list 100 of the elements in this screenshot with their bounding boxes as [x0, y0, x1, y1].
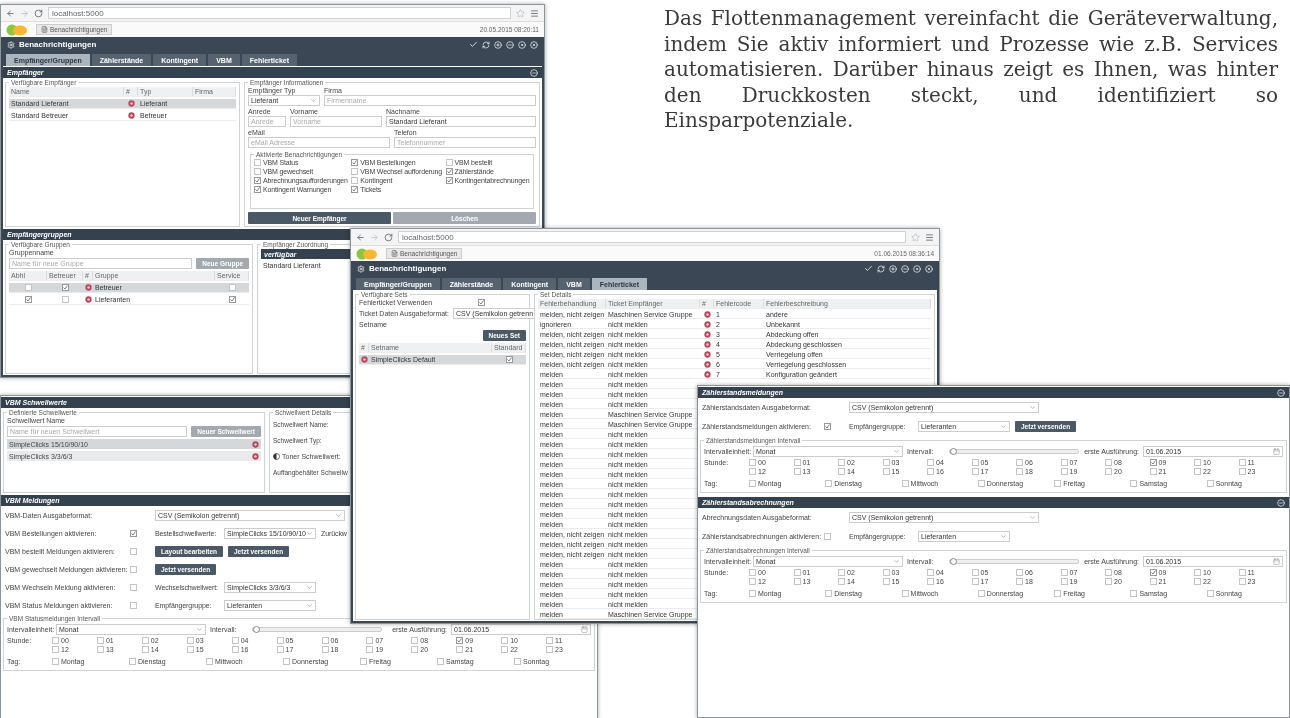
checkbox[interactable]: [1238, 578, 1246, 585]
checkbox[interactable]: [231, 646, 239, 653]
checkbox[interactable]: [971, 459, 979, 466]
checkbox[interactable]: [228, 284, 236, 291]
checkbox[interactable]: [838, 569, 845, 576]
checkbox[interactable]: [1016, 569, 1023, 576]
checkbox[interactable]: [927, 569, 934, 576]
back-icon[interactable]: [6, 8, 15, 18]
plus-icon[interactable]: [889, 264, 897, 273]
star-icon[interactable]: [911, 232, 920, 242]
checkbox[interactable]: [749, 459, 756, 466]
settings-icon[interactable]: [357, 264, 365, 273]
forward-icon[interactable]: [20, 8, 29, 18]
checkbox[interactable]: [824, 423, 831, 430]
checkbox[interactable]: [971, 468, 979, 475]
checkbox[interactable]: [1149, 578, 1157, 585]
checkbox[interactable]: [360, 658, 367, 665]
calendar-icon[interactable]: [581, 625, 588, 633]
checkbox[interactable]: [1105, 578, 1112, 585]
checkbox[interactable]: [838, 468, 845, 475]
disc-icon[interactable]: [518, 40, 526, 49]
checkbox[interactable]: [351, 177, 359, 184]
checkbox[interactable]: [52, 637, 59, 644]
checkbox[interactable]: [971, 578, 979, 585]
checkbox[interactable]: [977, 480, 985, 487]
check-icon[interactable]: [469, 40, 478, 49]
slider-thumb[interactable]: [949, 557, 957, 565]
checkbox[interactable]: [366, 637, 374, 644]
checkbox[interactable]: [749, 578, 756, 585]
slider-thumb[interactable]: [949, 447, 957, 455]
checkbox[interactable]: [749, 480, 756, 487]
checkbox[interactable]: [1194, 569, 1201, 576]
checkbox[interactable]: [61, 296, 69, 303]
checkbox[interactable]: [501, 637, 509, 644]
checkbox[interactable]: [321, 646, 329, 653]
checkbox[interactable]: [411, 637, 419, 644]
checkbox[interactable]: [1105, 459, 1112, 466]
checkbox[interactable]: [825, 590, 833, 597]
reload-icon[interactable]: [34, 8, 43, 18]
checkbox[interactable]: [1206, 480, 1214, 487]
checkbox[interactable]: [1060, 569, 1068, 576]
checkbox[interactable]: [52, 658, 59, 665]
checkbox[interactable]: [1130, 480, 1138, 487]
checkbox[interactable]: [186, 637, 194, 644]
checkbox[interactable]: [186, 646, 194, 653]
checkbox[interactable]: [1054, 590, 1062, 597]
checkbox[interactable]: [1060, 459, 1068, 466]
checkbox[interactable]: [749, 590, 756, 597]
checkbox[interactable]: [24, 284, 32, 291]
checkbox[interactable]: [254, 177, 261, 184]
calendar-icon[interactable]: [1273, 557, 1280, 565]
checkbox[interactable]: [206, 658, 213, 665]
checkbox[interactable]: [1206, 590, 1214, 597]
checkbox[interactable]: [1238, 468, 1246, 475]
checkbox[interactable]: [130, 583, 137, 591]
checkbox[interactable]: [971, 569, 979, 576]
checkbox[interactable]: [141, 637, 149, 644]
collapse-icon[interactable]: [1277, 388, 1285, 397]
checkbox[interactable]: [927, 459, 934, 466]
checkbox[interactable]: [546, 637, 554, 644]
checkbox[interactable]: [793, 459, 801, 466]
checkbox[interactable]: [276, 646, 284, 653]
menu-icon[interactable]: [530, 8, 539, 18]
checkbox[interactable]: [882, 459, 890, 466]
checkbox[interactable]: [321, 637, 329, 644]
checkbox[interactable]: [411, 646, 419, 653]
checkbox[interactable]: [141, 646, 149, 653]
settings-icon[interactable]: [7, 40, 15, 49]
checkbox[interactable]: [254, 186, 261, 193]
slider-track[interactable]: [949, 448, 1079, 454]
checkbox[interactable]: [283, 658, 290, 665]
checkbox[interactable]: [1130, 590, 1138, 597]
checkbox[interactable]: [366, 646, 374, 653]
checkbox[interactable]: [52, 646, 59, 653]
minus-icon[interactable]: [901, 264, 909, 273]
checkbox[interactable]: [927, 578, 934, 585]
address-bar[interactable]: localhost:5000: [48, 7, 511, 19]
checkbox[interactable]: [793, 578, 801, 585]
refresh-icon[interactable]: [877, 264, 885, 273]
checkbox[interactable]: [96, 646, 104, 653]
checkbox[interactable]: [276, 637, 284, 644]
checkbox[interactable]: [96, 637, 104, 644]
checkbox[interactable]: [351, 168, 359, 175]
checkbox[interactable]: [838, 459, 845, 466]
checkbox[interactable]: [793, 569, 801, 576]
checkbox[interactable]: [882, 468, 890, 475]
checkbox[interactable]: [437, 658, 444, 665]
checkbox[interactable]: [254, 159, 261, 166]
slider-track[interactable]: [252, 626, 382, 632]
checkbox[interactable]: [477, 299, 485, 306]
checkbox[interactable]: [1194, 578, 1201, 585]
checkbox[interactable]: [130, 529, 137, 537]
address-bar[interactable]: localhost:5000: [398, 231, 906, 243]
checkbox[interactable]: [61, 284, 69, 291]
checkbox[interactable]: [1105, 468, 1112, 475]
checkbox[interactable]: [1149, 468, 1157, 475]
minus-icon[interactable]: [506, 40, 514, 49]
slider-track[interactable]: [949, 558, 1079, 564]
checkbox[interactable]: [838, 578, 845, 585]
checkbox[interactable]: [231, 637, 239, 644]
